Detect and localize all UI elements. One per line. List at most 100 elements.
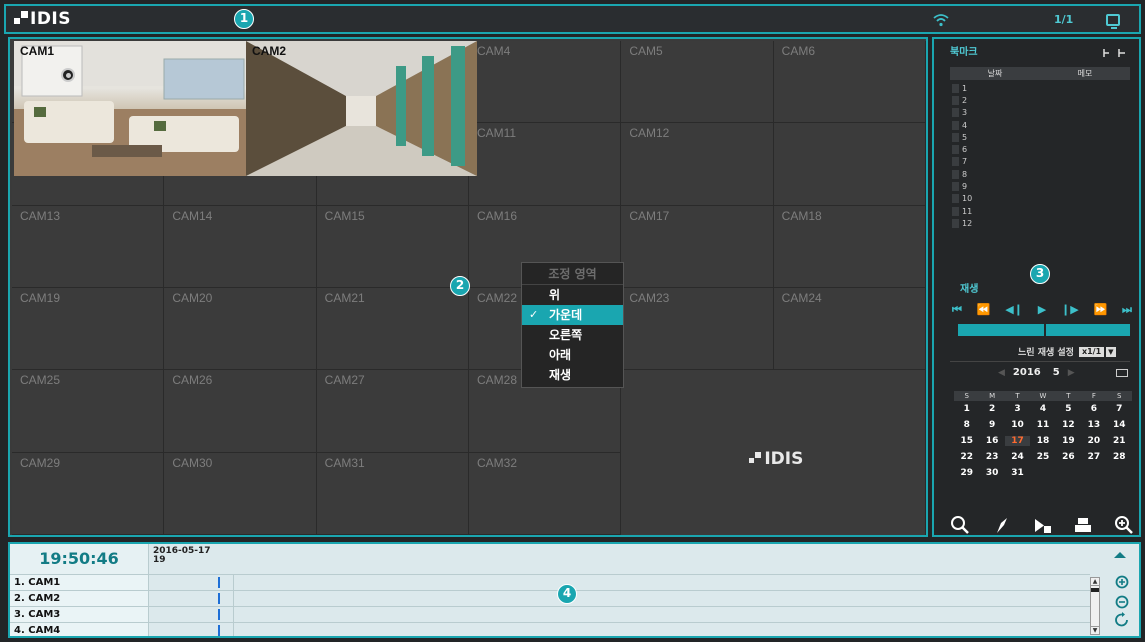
play-button[interactable]: ▶ bbox=[1038, 303, 1046, 317]
calendar-day[interactable]: 11 bbox=[1030, 420, 1055, 430]
camera-tile[interactable]: CAM15 bbox=[316, 205, 469, 288]
camera-tile[interactable]: CAM20 bbox=[164, 288, 317, 371]
calendar-day[interactable]: 6 bbox=[1081, 404, 1106, 414]
bookmark-row[interactable]: 1 bbox=[952, 82, 972, 94]
step-back-button[interactable]: ◀❙ bbox=[1005, 303, 1023, 317]
export-clip-icon[interactable] bbox=[1032, 515, 1052, 535]
timeline-refresh-icon[interactable] bbox=[1115, 612, 1128, 627]
timeline-track[interactable] bbox=[149, 575, 1090, 590]
bookmark-row[interactable]: 8 bbox=[952, 168, 972, 180]
camera-tile[interactable]: CAM24 bbox=[773, 288, 926, 371]
timeline-zoom-out-icon[interactable] bbox=[1115, 595, 1129, 609]
calendar-day[interactable]: 27 bbox=[1081, 452, 1106, 462]
calendar-day[interactable]: 20 bbox=[1081, 436, 1106, 446]
bookmark-row[interactable]: 10 bbox=[952, 193, 972, 205]
timeline-zoom-in-icon[interactable] bbox=[1115, 575, 1129, 589]
calendar-day[interactable]: 28 bbox=[1107, 452, 1132, 462]
calendar-day[interactable]: 29 bbox=[954, 468, 979, 478]
skip-end-button[interactable]: ⏭ bbox=[1122, 303, 1132, 317]
camera-tile[interactable]: CAM26 bbox=[164, 370, 317, 453]
bookmark-checkbox[interactable] bbox=[952, 182, 959, 192]
playback-speed-slider[interactable] bbox=[958, 324, 1130, 336]
camera-tile[interactable]: CAM23 bbox=[621, 288, 774, 371]
camera-tile[interactable]: CAM32 bbox=[468, 452, 622, 535]
camera-tile[interactable]: CAM11 bbox=[468, 123, 622, 206]
bookmark-row[interactable]: 12 bbox=[952, 217, 972, 229]
bookmark-row[interactable]: 3 bbox=[952, 107, 972, 119]
camera-tile[interactable]: CAM5 bbox=[621, 41, 774, 124]
bookmark-checkbox[interactable] bbox=[952, 120, 959, 130]
timeline-scrollbar[interactable]: ▲ ▼ bbox=[1090, 577, 1100, 635]
calendar-day[interactable]: 22 bbox=[954, 452, 979, 462]
fast-forward-button[interactable]: ⏩ bbox=[1094, 303, 1108, 317]
bookmark-checkbox[interactable] bbox=[952, 83, 959, 93]
bookmark-row[interactable]: 2 bbox=[952, 94, 972, 106]
search-icon[interactable] bbox=[950, 515, 970, 535]
camera-tile[interactable]: CAM18 bbox=[773, 205, 926, 288]
expand-up-icon[interactable] bbox=[1114, 552, 1126, 558]
bookmark-checkbox[interactable] bbox=[952, 206, 959, 216]
print-icon[interactable] bbox=[1073, 515, 1093, 535]
calendar-day[interactable]: 24 bbox=[1005, 452, 1030, 462]
bookmark-checkbox[interactable] bbox=[952, 194, 959, 204]
menu-item-top[interactable]: 위 bbox=[522, 285, 623, 305]
bookmark-row[interactable]: 5 bbox=[952, 131, 972, 143]
scroll-thumb[interactable] bbox=[1091, 588, 1099, 592]
bookmark-row[interactable]: 9 bbox=[952, 180, 972, 192]
menu-item-right[interactable]: 오른쪽 bbox=[522, 325, 623, 345]
scroll-up-icon[interactable]: ▲ bbox=[1091, 578, 1099, 586]
bookmark-row[interactable]: 4 bbox=[952, 119, 972, 131]
chevron-down-icon[interactable]: ▼ bbox=[1106, 346, 1116, 357]
calendar-day[interactable]: 2 bbox=[979, 404, 1004, 414]
menu-item-playback[interactable]: 재생 bbox=[522, 365, 623, 385]
next-month-icon[interactable]: ▶ bbox=[1068, 368, 1075, 378]
timeline-row[interactable]: 4. CAM4 bbox=[10, 622, 1090, 636]
calendar-day[interactable]: 5 bbox=[1056, 404, 1081, 414]
bookmark-checkbox[interactable] bbox=[952, 145, 959, 155]
screen-layout-icon[interactable] bbox=[1106, 14, 1120, 29]
zoom-in-icon[interactable] bbox=[1114, 515, 1134, 535]
timeline-track[interactable] bbox=[149, 623, 1090, 636]
camera-tile[interactable] bbox=[773, 123, 926, 206]
timeline-row[interactable]: 1. CAM1 bbox=[10, 574, 1090, 590]
camera-tile[interactable]: CAM31 bbox=[316, 452, 469, 535]
camera-tile[interactable]: CAM29 bbox=[12, 452, 165, 535]
camera-tile[interactable]: CAM6 bbox=[773, 41, 926, 124]
camera-tile[interactable]: CAM25 bbox=[12, 370, 165, 453]
calendar-day[interactable]: 31 bbox=[1005, 468, 1030, 478]
calendar-day[interactable]: 4 bbox=[1030, 404, 1055, 414]
bookmark-row[interactable]: 6 bbox=[952, 143, 972, 155]
bookmark-row[interactable]: 11 bbox=[952, 205, 972, 217]
menu-item-center[interactable]: ✓ 가운데 bbox=[522, 305, 623, 325]
timeline-track[interactable] bbox=[149, 607, 1090, 622]
calendar-day[interactable]: 12 bbox=[1056, 420, 1081, 430]
calendar-day[interactable]: 14 bbox=[1107, 420, 1132, 430]
calendar-day[interactable]: 23 bbox=[979, 452, 1004, 462]
bookmark-checkbox[interactable] bbox=[952, 157, 959, 167]
timeline-track[interactable] bbox=[149, 591, 1090, 606]
calendar-day[interactable]: 26 bbox=[1056, 452, 1081, 462]
camera-tile[interactable]: CAM27 bbox=[316, 370, 469, 453]
calendar-day[interactable]: 9 bbox=[979, 420, 1004, 430]
slow-playback-select[interactable]: x1/1 bbox=[1078, 346, 1105, 357]
camera-tile[interactable]: CAM17 bbox=[621, 205, 774, 288]
calendar-day[interactable]: 19 bbox=[1056, 436, 1081, 446]
calendar-day[interactable]: 15 bbox=[954, 436, 979, 446]
bookmark-checkbox[interactable] bbox=[952, 218, 959, 228]
calendar-day[interactable]: 17 bbox=[1004, 436, 1031, 446]
calendar-day[interactable]: 7 bbox=[1107, 404, 1132, 414]
step-forward-button[interactable]: ❙▶ bbox=[1061, 303, 1079, 317]
calendar-day[interactable]: 10 bbox=[1005, 420, 1030, 430]
calendar-day[interactable]: 1 bbox=[954, 404, 979, 414]
camera-tile[interactable]: CAM30 bbox=[164, 452, 317, 535]
calendar-day[interactable]: 16 bbox=[979, 436, 1004, 446]
camera-tile[interactable]: CAM4 bbox=[468, 41, 622, 124]
bookmark-row[interactable]: 7 bbox=[952, 156, 972, 168]
camera-tile[interactable]: CAM14 bbox=[164, 205, 317, 288]
calendar-day[interactable]: 8 bbox=[954, 420, 979, 430]
calendar-export-icon[interactable] bbox=[1116, 369, 1128, 377]
goto-icon[interactable] bbox=[991, 515, 1011, 535]
camera-tile[interactable]: CAM12 bbox=[621, 123, 774, 206]
camera-tile[interactable]: CAM13 bbox=[12, 205, 165, 288]
fast-rewind-button[interactable]: ⏪ bbox=[977, 303, 991, 317]
